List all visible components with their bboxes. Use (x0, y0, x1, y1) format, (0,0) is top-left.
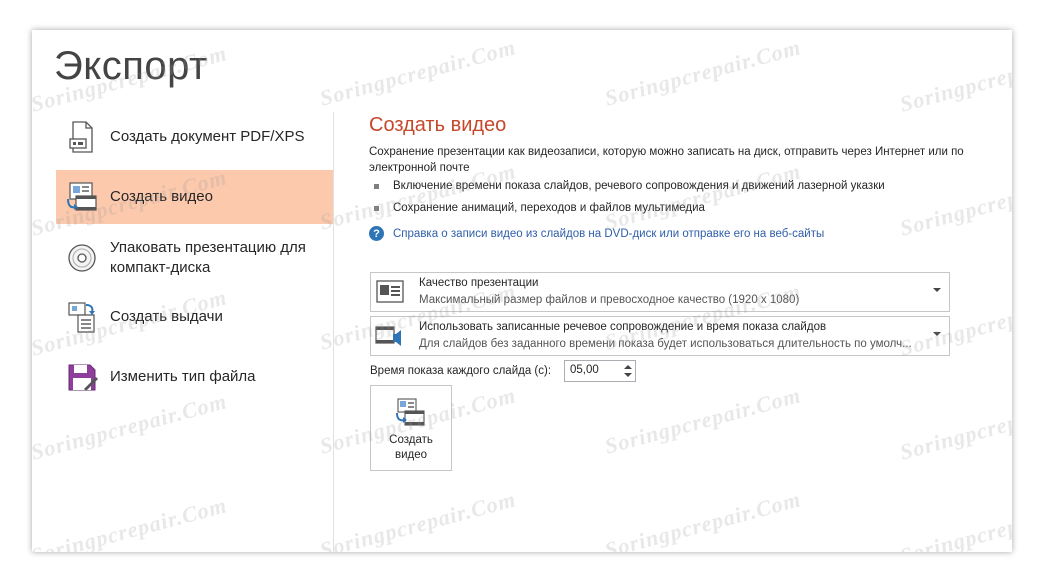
quality-title: Качество презентации (419, 277, 539, 289)
help-link-text[interactable]: Справка о записи видео из слайдов на DVD… (393, 228, 824, 240)
quality-subtitle: Максимальный размер файлов и превосходно… (419, 294, 800, 306)
create-video-label: Создать видео (389, 434, 433, 461)
nav-item-label: Создать видео (110, 188, 213, 205)
chevron-down-icon (933, 332, 941, 336)
slide-time-label: Время показа каждого слайда (с): (370, 365, 552, 377)
narration-subtitle: Для слайдов без заданного времени показа… (419, 338, 912, 350)
feature-bullet: Включение времени показа слайдов, речево… (374, 180, 885, 192)
handouts-icon (64, 299, 100, 335)
cd-disc-icon (64, 240, 100, 276)
presentation-quality-icon (375, 277, 405, 307)
video-slides-icon (64, 179, 100, 215)
section-title: Создать видео (369, 114, 507, 136)
nav-item-label: Создать документ PDF/XPS (110, 128, 305, 145)
nav-item-create-video[interactable]: Создать видео (56, 170, 333, 224)
narration-dropdown[interactable]: Использовать записанные речевое сопровож… (370, 316, 950, 356)
narration-film-icon (375, 321, 405, 351)
nav-item-label: Создать выдачи (110, 308, 223, 325)
bullet-text: Сохранение анимаций, переходов и файлов … (393, 202, 705, 214)
export-window: Экспорт Создать документ PDF/XPS Создать… (32, 30, 1012, 552)
question-icon: ? (369, 226, 384, 241)
nav-item-label: Упаковать презентацию для компакт-диска (110, 239, 306, 276)
help-link[interactable]: ? Справка о записи видео из слайдов на D… (369, 226, 824, 241)
nav-item-package-cd[interactable]: Упаковать презентацию для компакт-диска (56, 230, 333, 286)
slide-time-stepper[interactable]: 05,00 (564, 360, 636, 382)
quality-dropdown[interactable]: Качество презентации Максимальный размер… (370, 272, 950, 312)
nav-item-change-file-type[interactable]: Изменить тип файла (56, 350, 333, 404)
bullet-marker (374, 183, 379, 189)
nav-item-create-handouts[interactable]: Создать выдачи (56, 290, 333, 344)
left-nav-pane: Экспорт Создать документ PDF/XPS Создать… (32, 30, 333, 552)
pdf-document-icon (64, 119, 100, 155)
spin-up-icon[interactable] (624, 365, 632, 369)
video-slides-icon (395, 397, 427, 427)
bullet-text: Включение времени показа слайдов, речево… (393, 180, 885, 192)
narration-title: Использовать записанные речевое сопровож… (419, 321, 827, 333)
section-description: Сохранение презентации как видеозаписи, … (369, 146, 964, 174)
create-video-button[interactable]: Создать видео (370, 385, 452, 471)
slide-time-value[interactable]: 05,00 (570, 364, 599, 376)
feature-bullet: Сохранение анимаций, переходов и файлов … (374, 202, 705, 214)
chevron-down-icon (933, 288, 941, 292)
spin-down-icon[interactable] (624, 373, 632, 377)
nav-item-create-pdf-xps[interactable]: Создать документ PDF/XPS (56, 110, 333, 164)
floppy-save-icon (64, 359, 100, 395)
detail-pane: Создать видео Сохранение презентации как… (334, 30, 1012, 552)
nav-item-label: Изменить тип файла (110, 368, 256, 385)
bullet-marker (374, 205, 379, 211)
page-title: Экспорт (54, 44, 208, 88)
